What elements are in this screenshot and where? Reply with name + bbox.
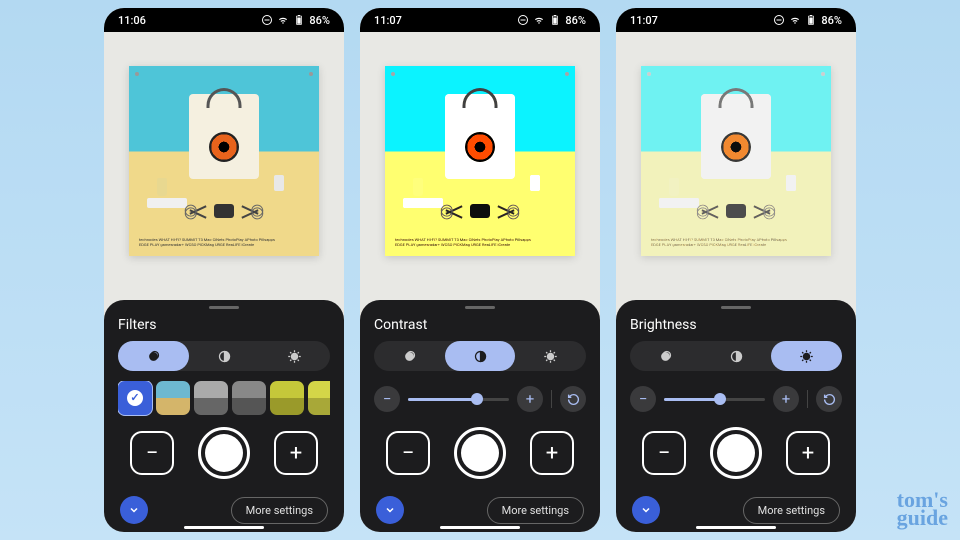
wifi-icon	[789, 14, 801, 26]
tab-contrast[interactable]	[701, 341, 772, 371]
filter-thumb[interactable]	[232, 381, 266, 415]
collapse-button[interactable]	[376, 496, 404, 524]
tab-brightness[interactable]	[771, 341, 842, 371]
controls-panel: Brightness − + − + More settings	[616, 300, 856, 532]
adjustment-slider[interactable]	[408, 398, 509, 401]
increase-button[interactable]: +	[517, 386, 543, 412]
filter-thumb[interactable]	[156, 381, 190, 415]
nav-gesture-bar[interactable]	[440, 526, 520, 529]
panel-title: Filters	[118, 317, 330, 333]
camera-viewfinder[interactable]: technodes WHAT HI-FI? SUMMIT T3 Mac CiNe…	[616, 32, 856, 300]
shutter-button[interactable]	[710, 427, 762, 479]
filter-thumb[interactable]	[308, 381, 330, 415]
reset-button[interactable]	[816, 386, 842, 412]
controls-panel: Contrast − + − + More settings	[360, 300, 600, 532]
battery-icon	[805, 14, 817, 26]
zoom-out-button[interactable]: −	[642, 431, 686, 475]
filters-list[interactable]	[118, 381, 330, 417]
tab-filters[interactable]	[374, 341, 445, 371]
status-bar: 11:06 86%	[104, 8, 344, 32]
zoom-out-button[interactable]: −	[130, 431, 174, 475]
phone-screenshot: 11:06 86% technodes WHAT HI-FI? SUMMIT T…	[104, 8, 344, 532]
more-settings-button[interactable]: More settings	[231, 497, 328, 524]
shutter-button[interactable]	[454, 427, 506, 479]
camera-viewfinder[interactable]: technodes WHAT HI-FI? SUMMIT T3 Mac CiNe…	[104, 32, 344, 300]
filter-thumb[interactable]	[270, 381, 304, 415]
collapse-button[interactable]	[120, 496, 148, 524]
drag-handle[interactable]	[465, 306, 495, 309]
controls-panel: Filters − + More settings	[104, 300, 344, 532]
wifi-icon	[277, 14, 289, 26]
camera-preview-content: technodes WHAT HI-FI? SUMMIT T3 Mac CiNe…	[641, 66, 831, 256]
nav-gesture-bar[interactable]	[184, 526, 264, 529]
clock: 11:06	[118, 14, 146, 27]
tab-brightness[interactable]	[515, 341, 586, 371]
watermark-logo: tom'sguide	[897, 491, 948, 528]
decrease-button[interactable]: −	[374, 386, 400, 412]
nav-gesture-bar[interactable]	[696, 526, 776, 529]
adjustment-tabs	[630, 341, 842, 371]
adjustment-tabs	[374, 341, 586, 371]
zoom-in-button[interactable]: +	[530, 431, 574, 475]
more-settings-button[interactable]: More settings	[743, 497, 840, 524]
screenshot-triptych: 11:06 86% technodes WHAT HI-FI? SUMMIT T…	[0, 0, 960, 540]
panel-title: Brightness	[630, 317, 842, 333]
camera-preview-content: technodes WHAT HI-FI? SUMMIT T3 Mac CiNe…	[385, 66, 575, 256]
tab-contrast[interactable]	[445, 341, 516, 371]
dnd-icon	[517, 14, 529, 26]
battery-percent: 86%	[309, 14, 330, 27]
phone-screenshot: 11:07 86% technodes WHAT HI-FI? SUMMIT T…	[360, 8, 600, 532]
status-bar: 11:07 86%	[616, 8, 856, 32]
filter-thumb[interactable]	[194, 381, 228, 415]
tab-brightness[interactable]	[259, 341, 330, 371]
tab-filters[interactable]	[630, 341, 701, 371]
filter-original[interactable]	[118, 381, 152, 415]
drag-handle[interactable]	[721, 306, 751, 309]
zoom-out-button[interactable]: −	[386, 431, 430, 475]
clock: 11:07	[374, 14, 402, 27]
battery-icon	[293, 14, 305, 26]
tab-filters[interactable]	[118, 341, 189, 371]
status-bar: 11:07 86%	[360, 8, 600, 32]
camera-viewfinder[interactable]: technodes WHAT HI-FI? SUMMIT T3 Mac CiNe…	[360, 32, 600, 300]
reset-button[interactable]	[560, 386, 586, 412]
phone-screenshot: 11:07 86% technodes WHAT HI-FI? SUMMIT T…	[616, 8, 856, 532]
shutter-button[interactable]	[198, 427, 250, 479]
camera-preview-content: technodes WHAT HI-FI? SUMMIT T3 Mac CiNe…	[129, 66, 319, 256]
battery-percent: 86%	[565, 14, 586, 27]
zoom-in-button[interactable]: +	[274, 431, 318, 475]
panel-title: Contrast	[374, 317, 586, 333]
collapse-button[interactable]	[632, 496, 660, 524]
clock: 11:07	[630, 14, 658, 27]
wifi-icon	[533, 14, 545, 26]
battery-percent: 86%	[821, 14, 842, 27]
battery-icon	[549, 14, 561, 26]
decrease-button[interactable]: −	[630, 386, 656, 412]
adjustment-tabs	[118, 341, 330, 371]
increase-button[interactable]: +	[773, 386, 799, 412]
zoom-in-button[interactable]: +	[786, 431, 830, 475]
adjustment-slider[interactable]	[664, 398, 765, 401]
drag-handle[interactable]	[209, 306, 239, 309]
more-settings-button[interactable]: More settings	[487, 497, 584, 524]
dnd-icon	[773, 14, 785, 26]
dnd-icon	[261, 14, 273, 26]
tab-contrast[interactable]	[189, 341, 260, 371]
